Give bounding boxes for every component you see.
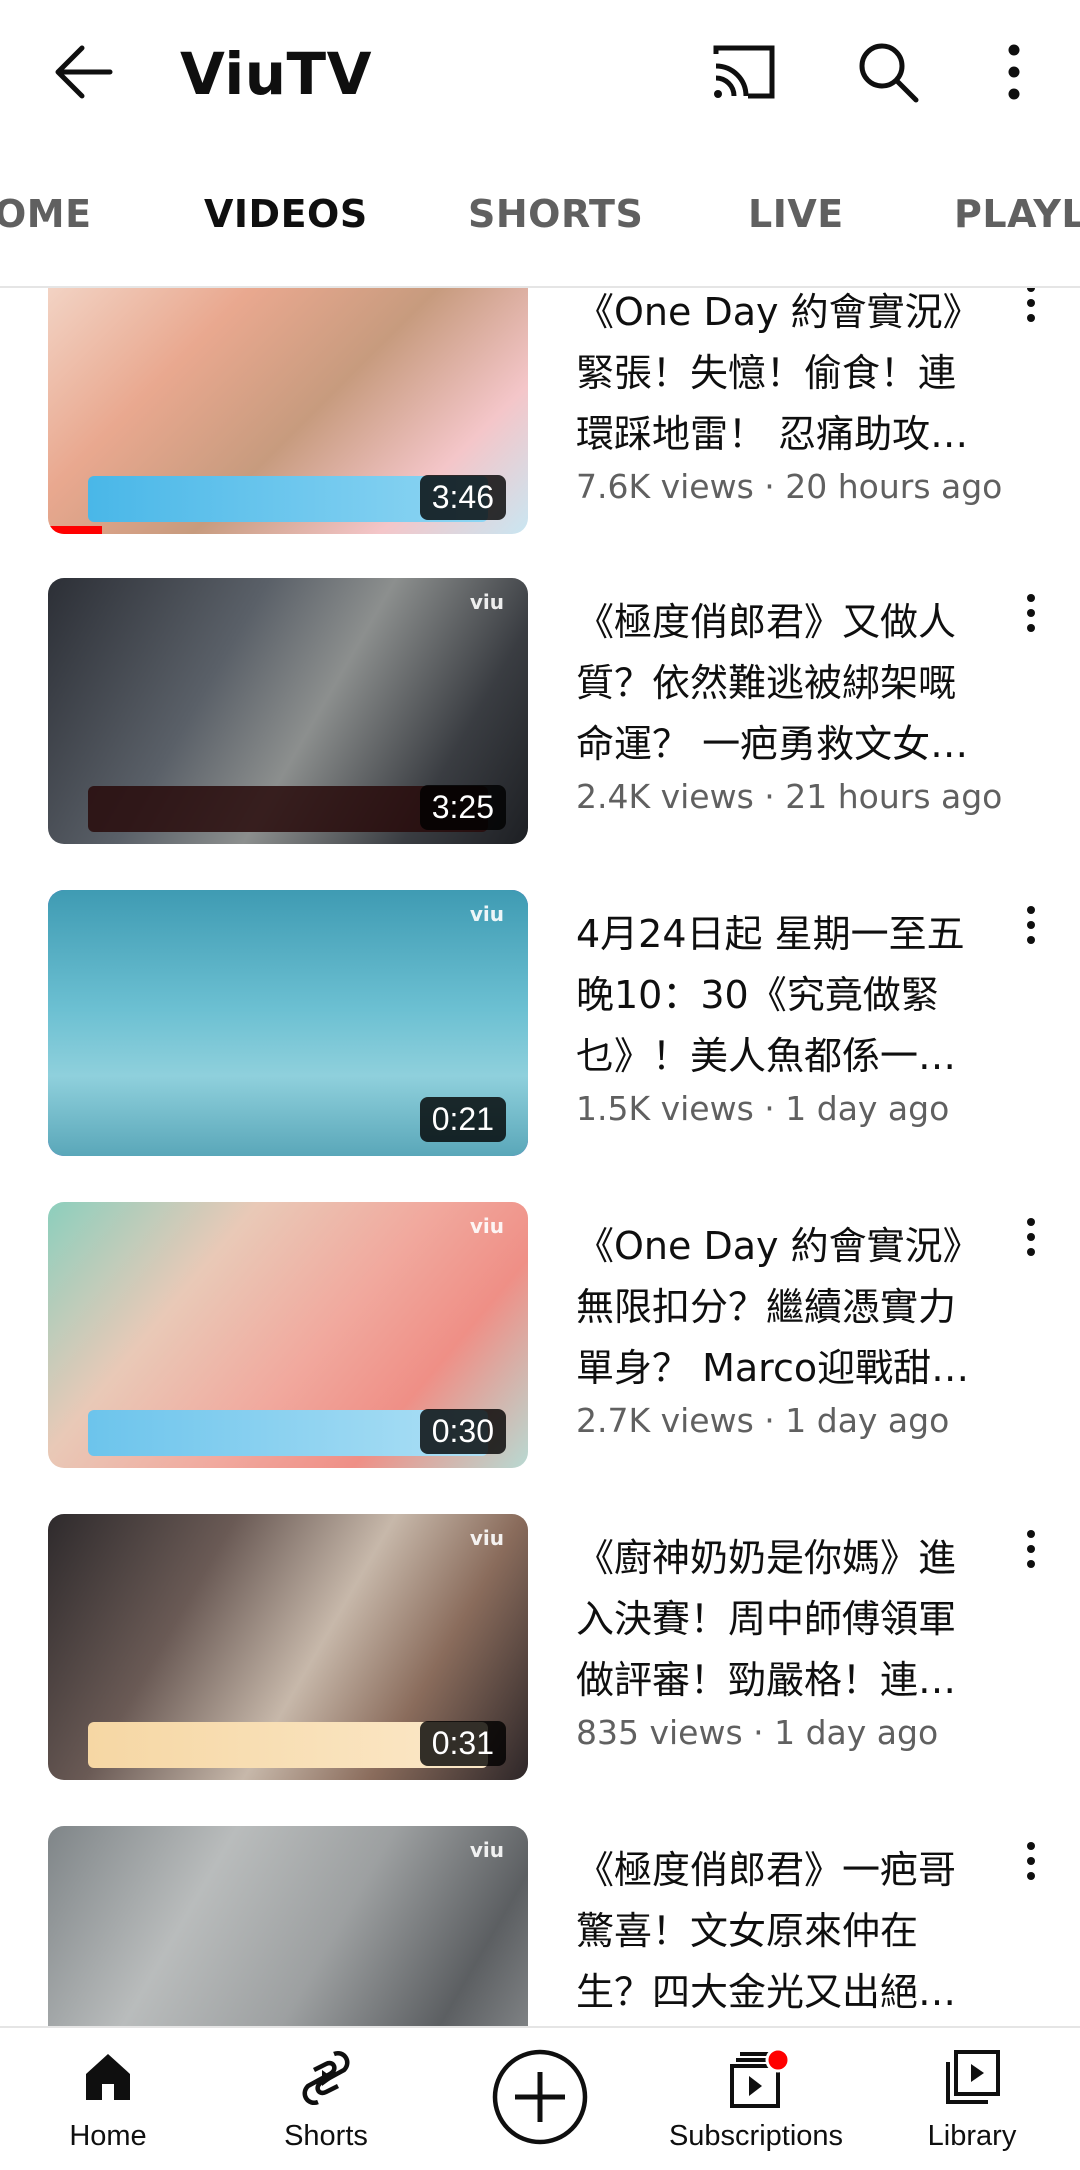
video-stats: 835 views · 1 day ago (576, 1713, 939, 1752)
video-thumbnail[interactable]: viu 0:31 (48, 1514, 528, 1780)
top-app-bar: ViuTV (0, 0, 1080, 150)
video-item[interactable]: 3:46 《One Day 約會實況》 緊張！失憶！偷食！連 環踩地雷！ 忍痛助攻…… (0, 288, 1080, 534)
cast-icon[interactable] (708, 40, 780, 104)
tab-home[interactable]: OME (0, 192, 92, 236)
video-item[interactable]: viu 0:21 4月24日起 星期一至五 晚10：30《究竟做緊 乜》！美人魚都係… (0, 890, 1080, 1156)
watch-progress-bar (48, 526, 102, 534)
video-stats: 2.7K views · 1 day ago (576, 1401, 950, 1440)
tab-shorts[interactable]: SHORTS (468, 192, 643, 236)
video-thumbnail[interactable]: viu (48, 1826, 528, 2026)
video-duration: 3:46 (419, 475, 506, 520)
more-vert-icon[interactable] (1016, 1838, 1046, 1892)
bottom-navigation: Home Shorts Subscriptions Library (0, 2026, 1080, 2170)
channel-title: ViuTV (180, 40, 372, 108)
back-arrow-icon[interactable] (52, 36, 116, 108)
video-title[interactable]: 《One Day 約會實況》 緊張！失憶！偷食！連 環踩地雷！ 忍痛助攻… (576, 288, 996, 465)
video-item[interactable]: viu 3:25 《極度俏郎君》又做人 質？依然難逃被綁架嘅 命運？ 一疤勇救文女…… (0, 578, 1080, 844)
more-vert-icon[interactable] (996, 36, 1032, 108)
library-icon (942, 2048, 1002, 2112)
nav-subscriptions[interactable]: Subscriptions (646, 2028, 866, 2170)
more-vert-icon[interactable] (1016, 590, 1046, 644)
search-icon[interactable] (852, 36, 924, 108)
nav-home[interactable]: Home (28, 2028, 188, 2170)
video-list: 3:46 《One Day 約會實況》 緊張！失憶！偷食！連 環踩地雷！ 忍痛助攻…… (0, 288, 1080, 2026)
more-vert-icon[interactable] (1016, 902, 1046, 956)
shorts-icon (300, 2048, 352, 2112)
more-vert-icon[interactable] (1016, 288, 1046, 334)
create-plus-icon (491, 2048, 589, 2150)
video-item[interactable]: viu 0:30 《One Day 約會實況》 無限扣分？繼續憑實力 單身？ Mar… (0, 1202, 1080, 1468)
video-thumbnail[interactable]: viu 0:21 (48, 890, 528, 1156)
video-title[interactable]: 《極度俏郎君》一疤哥 驚喜！文女原來仲在 生？四大金光又出絕… (576, 1840, 996, 2023)
video-item[interactable]: viu 《極度俏郎君》一疤哥 驚喜！文女原來仲在 生？四大金光又出絕… (0, 1826, 1080, 2026)
nav-shorts[interactable]: Shorts (246, 2028, 406, 2170)
more-vert-icon[interactable] (1016, 1214, 1046, 1268)
subscriptions-icon (722, 2047, 791, 2116)
video-duration: 0:30 (419, 1409, 506, 1454)
home-icon (80, 2048, 136, 2108)
video-stats: 1.5K views · 1 day ago (576, 1089, 950, 1128)
nav-create[interactable] (480, 2028, 600, 2170)
video-thumbnail[interactable]: 3:46 (48, 288, 528, 534)
video-stats: 7.6K views · 20 hours ago (576, 467, 1003, 506)
video-duration: 3:25 (419, 785, 506, 830)
video-title[interactable]: 《極度俏郎君》又做人 質？依然難逃被綁架嘅 命運？ 一疤勇救文女… (576, 592, 996, 775)
video-duration: 0:21 (419, 1097, 506, 1142)
nav-library[interactable]: Library (892, 2028, 1052, 2170)
more-vert-icon[interactable] (1016, 1526, 1046, 1580)
video-thumbnail[interactable]: viu 3:25 (48, 578, 528, 844)
video-title[interactable]: 《廚神奶奶是你媽》進 入決賽！周中師傅領軍 做評審！勁嚴格！連… (576, 1528, 996, 1711)
tab-playlists[interactable]: PLAYL (954, 192, 1080, 236)
video-duration: 0:31 (419, 1721, 506, 1766)
tab-live[interactable]: LIVE (748, 192, 844, 236)
video-stats: 2.4K views · 21 hours ago (576, 777, 1003, 816)
tab-videos[interactable]: VIDEOS (204, 192, 368, 236)
video-title[interactable]: 4月24日起 星期一至五 晚10：30《究竟做緊 乜》！美人魚都係一… (576, 904, 996, 1087)
channel-tabs: OME VIDEOS SHORTS LIVE PLAYL (0, 150, 1080, 288)
video-item[interactable]: viu 0:31 《廚神奶奶是你媽》進 入決賽！周中師傅領軍 做評審！勁嚴格！連… … (0, 1514, 1080, 1780)
video-thumbnail[interactable]: viu 0:30 (48, 1202, 528, 1468)
video-title[interactable]: 《One Day 約會實況》 無限扣分？繼續憑實力 單身？ Marco迎戰甜… (576, 1216, 996, 1399)
